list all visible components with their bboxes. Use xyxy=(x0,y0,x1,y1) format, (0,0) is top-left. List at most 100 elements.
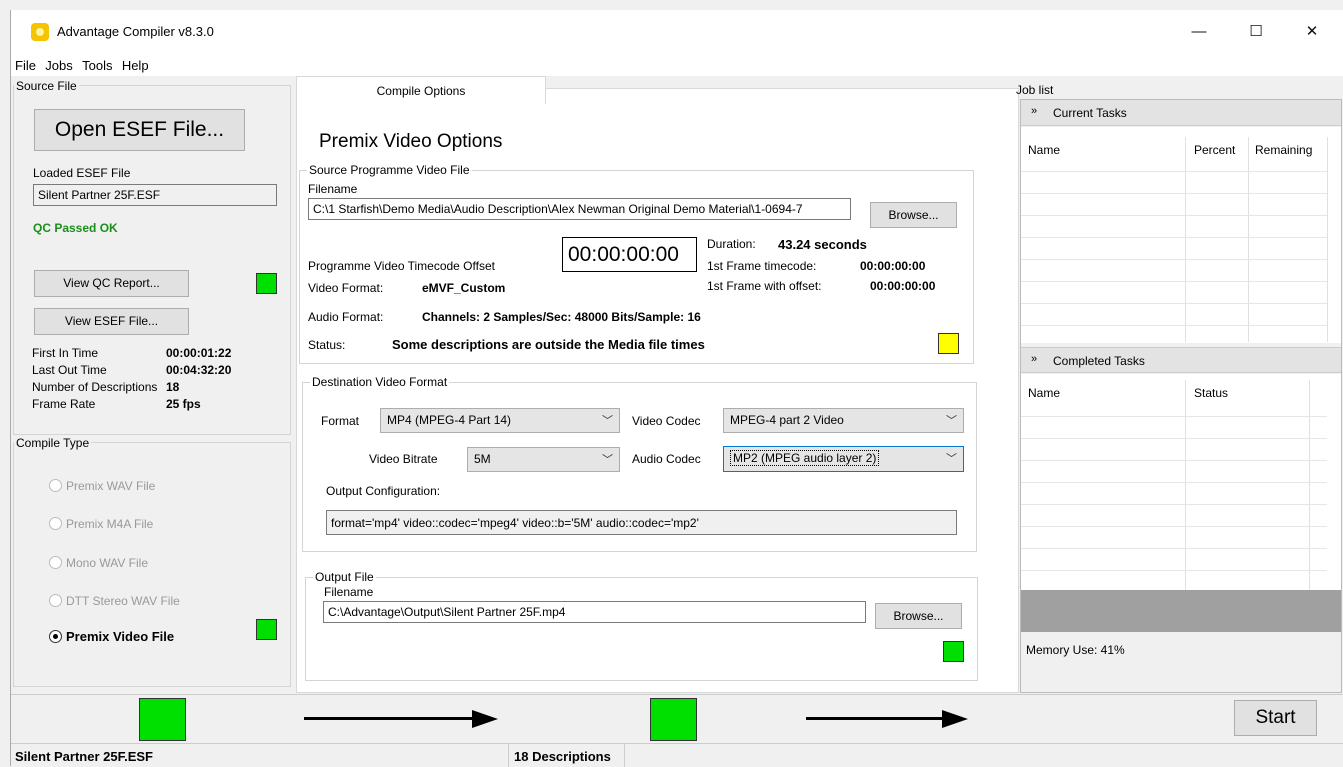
timecode-offset-input[interactable]: 00:00:00:00 xyxy=(562,237,697,272)
video-bitrate-label: Video Bitrate xyxy=(369,452,438,466)
menu-jobs[interactable]: Jobs xyxy=(42,54,75,73)
video-codec-label: Video Codec xyxy=(632,414,701,428)
radio-label: Mono WAV File xyxy=(66,556,149,570)
grid-line xyxy=(1021,193,1327,194)
column-divider xyxy=(1248,137,1249,342)
grid-line xyxy=(1021,416,1327,417)
radio-premix-m4a[interactable]: Premix M4A File xyxy=(49,517,153,531)
stat-label: First In Time xyxy=(32,346,99,360)
current-tasks-title: Current Tasks xyxy=(1053,106,1127,120)
audio-codec-label: Audio Codec xyxy=(632,452,701,466)
completed-tasks-table[interactable]: Name Status xyxy=(1021,374,1341,590)
close-button[interactable]: ✕ xyxy=(1289,16,1335,48)
status-label: Status: xyxy=(308,338,346,352)
collapse-chevron-icon: » xyxy=(1031,353,1038,365)
status-bar: Silent Partner 25F.ESF 18 Descriptions xyxy=(11,743,1343,767)
stat-label: Frame Rate xyxy=(32,397,96,411)
menu-bar: File Jobs Tools Help xyxy=(11,54,1343,76)
format-label: Format xyxy=(321,414,360,428)
window-title: Advantage Compiler v8.3.0 xyxy=(57,24,214,39)
first-frame-offset-label: 1st Frame with offset: xyxy=(707,279,822,293)
audio-format-label: Audio Format: xyxy=(308,310,384,324)
radio-dtt-stereo-wav[interactable]: DTT Stereo WAV File xyxy=(49,594,180,608)
output-browse-button[interactable]: Browse... xyxy=(875,603,962,629)
grid-line xyxy=(1021,303,1327,304)
title-bar: Advantage Compiler v8.3.0 — ☐ ✕ xyxy=(11,10,1343,54)
status-divider xyxy=(624,744,625,767)
menu-file[interactable]: File xyxy=(11,54,39,73)
view-qc-report-button[interactable]: View QC Report... xyxy=(34,270,189,297)
stat-label: Number of Descriptions xyxy=(32,380,158,394)
chevron-down-icon: ﹀ xyxy=(946,415,957,427)
column-divider xyxy=(1185,137,1186,342)
column-divider xyxy=(1185,380,1186,590)
menu-help[interactable]: Help xyxy=(119,54,152,73)
maximize-button[interactable]: ☐ xyxy=(1233,16,1279,48)
grid-line xyxy=(1021,460,1327,461)
output-status-indicator xyxy=(943,641,964,662)
video-bitrate-select[interactable]: 5M ﹀ xyxy=(467,447,620,472)
radio-button-icon xyxy=(49,517,62,530)
page-title: Premix Video Options xyxy=(319,131,503,152)
stat-value: 00:00:01:22 xyxy=(166,346,232,360)
current-tasks-table[interactable]: Name Percent Remaining xyxy=(1021,127,1341,343)
column-header-percent[interactable]: Percent xyxy=(1194,143,1235,157)
stat-label: Last Out Time xyxy=(32,363,107,377)
source-filename-input[interactable]: C:\1 Starfish\Demo Media\Audio Descripti… xyxy=(308,198,851,220)
stat-value: 00:04:32:20 xyxy=(166,363,232,377)
radio-mono-wav[interactable]: Mono WAV File xyxy=(49,556,148,570)
column-divider xyxy=(1327,137,1328,342)
column-header-name[interactable]: Name xyxy=(1028,386,1060,400)
video-bitrate-select-value: 5M xyxy=(474,452,491,466)
source-browse-button[interactable]: Browse... xyxy=(870,202,957,228)
compile-type-indicator xyxy=(256,619,277,640)
audio-format-value: Channels: 2 Samples/Sec: 48000 Bits/Samp… xyxy=(422,310,701,324)
job-list-footer xyxy=(1021,590,1341,632)
output-filename-input[interactable]: C:\Advantage\Output\Silent Partner 25F.m… xyxy=(323,601,866,623)
column-header-name[interactable]: Name xyxy=(1028,143,1060,157)
video-format-value: eMVF_Custom xyxy=(422,281,506,295)
video-codec-select[interactable]: MPEG-4 part 2 Video ﹀ xyxy=(723,408,964,433)
source-stage-indicator xyxy=(139,698,186,741)
output-config-field: format='mp4' video::codec='mpeg4' video:… xyxy=(326,510,957,535)
radio-label: Premix Video File xyxy=(66,629,175,644)
grid-line xyxy=(1021,526,1327,527)
radio-premix-wav[interactable]: Premix WAV File xyxy=(49,479,155,493)
open-esef-button[interactable]: Open ESEF File... xyxy=(34,109,245,151)
source-filename-label: Filename xyxy=(308,182,358,196)
status-value: Some descriptions are outside the Media … xyxy=(392,337,705,352)
loaded-esef-field: Silent Partner 25F.ESF xyxy=(33,184,277,206)
first-frame-label: 1st Frame timecode: xyxy=(707,259,817,273)
output-file-group xyxy=(305,577,978,681)
stat-value: 18 xyxy=(166,380,180,394)
output-file-title: Output File xyxy=(313,570,376,584)
chevron-down-icon: ﹀ xyxy=(602,454,613,466)
grid-line xyxy=(1021,171,1327,172)
chevron-down-icon: ﹀ xyxy=(602,415,613,427)
grid-line xyxy=(1021,215,1327,216)
output-config-label: Output Configuration: xyxy=(326,484,441,498)
audio-codec-select[interactable]: MP2 (MPEG audio layer 2) ﹀ xyxy=(723,446,964,472)
menu-tools[interactable]: Tools xyxy=(79,54,115,73)
arrow-icon xyxy=(304,717,474,720)
radio-label: DTT Stereo WAV File xyxy=(66,594,180,608)
radio-premix-video[interactable]: Premix Video File xyxy=(49,629,174,644)
column-divider xyxy=(1309,380,1310,590)
column-header-status[interactable]: Status xyxy=(1194,386,1228,400)
format-select[interactable]: MP4 (MPEG-4 Part 14) ﹀ xyxy=(380,408,620,433)
grid-line xyxy=(1021,482,1327,483)
grid-line xyxy=(1021,281,1327,282)
job-list-title: Job list xyxy=(1016,83,1054,97)
radio-button-icon xyxy=(49,479,62,492)
duration-value: 43.24 seconds xyxy=(778,237,867,252)
column-header-remaining[interactable]: Remaining xyxy=(1255,143,1312,157)
completed-tasks-header[interactable]: » Completed Tasks xyxy=(1021,347,1341,373)
start-button[interactable]: Start xyxy=(1234,700,1317,736)
minimize-button[interactable]: — xyxy=(1176,16,1222,48)
tab-compile-options[interactable]: Compile Options xyxy=(296,76,546,104)
grid-line xyxy=(1021,570,1327,571)
completed-tasks-title: Completed Tasks xyxy=(1053,354,1145,368)
loaded-esef-label: Loaded ESEF File xyxy=(33,166,131,180)
view-esef-button[interactable]: View ESEF File... xyxy=(34,308,189,335)
current-tasks-header[interactable]: » Current Tasks xyxy=(1021,100,1341,126)
